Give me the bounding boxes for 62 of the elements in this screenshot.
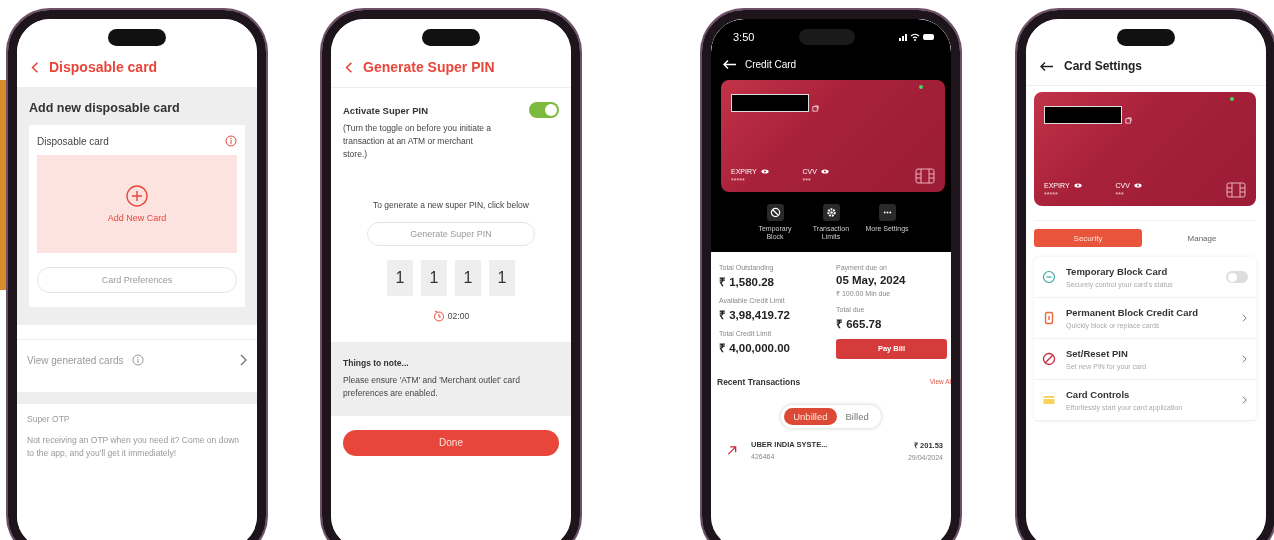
info-icon[interactable] bbox=[225, 135, 237, 147]
arrow-up-right-icon bbox=[725, 444, 739, 456]
status-icons bbox=[899, 32, 935, 42]
chevron-right-icon[interactable] bbox=[239, 354, 247, 366]
notes-text: Please ensure 'ATM' and 'Merchant outlet' card preferences are enabled. bbox=[343, 374, 521, 400]
timer-text: 02:00 bbox=[447, 311, 470, 322]
section-heading: Recent Transactions bbox=[717, 376, 801, 387]
add-card-label: Add New Card bbox=[107, 213, 167, 223]
block-toggle[interactable] bbox=[1226, 271, 1248, 283]
chevron-right-icon[interactable] bbox=[1241, 313, 1248, 323]
summary-value: ₹ 3,98,419.72 bbox=[719, 307, 791, 322]
gear-icon[interactable] bbox=[822, 204, 840, 221]
notes-title: Things to note... bbox=[343, 358, 410, 369]
screen-title: Credit Card bbox=[745, 59, 797, 70]
screen-title: Disposable card bbox=[49, 59, 158, 75]
timer-icon bbox=[432, 310, 445, 323]
back-arrow-icon[interactable] bbox=[1040, 60, 1054, 72]
info-icon[interactable] bbox=[131, 354, 144, 366]
screen-title: Card Settings bbox=[1064, 59, 1142, 73]
chevron-right-icon[interactable] bbox=[1241, 354, 1248, 364]
camera-notch bbox=[1117, 29, 1175, 46]
card-icon bbox=[1042, 393, 1056, 407]
option-title: Permanent Block Credit Card bbox=[1066, 307, 1199, 318]
toggle-note: (Turn the toggle on before you initiate a transaction at an ATM or merchant store.) bbox=[343, 122, 493, 161]
toggle-label: Activate Super PIN bbox=[343, 104, 428, 116]
generate-prompt: To generate a new super PIN, click below bbox=[372, 200, 530, 211]
segment-tab[interactable]: Unbilled bbox=[784, 407, 837, 425]
chevron-right-icon[interactable] bbox=[1241, 395, 1248, 405]
camera-notch bbox=[422, 29, 480, 46]
no-entry-icon bbox=[1042, 352, 1056, 366]
summary-value: ₹ 1,580.28 bbox=[719, 274, 775, 289]
done-button[interactable]: Done bbox=[343, 429, 559, 456]
add-card-area[interactable]: Add New Card bbox=[37, 155, 237, 253]
segment-tab[interactable]: Billed bbox=[836, 407, 878, 425]
camera-notch bbox=[108, 29, 166, 46]
pin-digit: 1 bbox=[455, 260, 481, 297]
summary-value: ₹ 665.78 bbox=[836, 316, 883, 331]
super-otp-text: Not receiving an OTP when you need it? Come on down to the app, and you'll get it immediately! bbox=[27, 434, 240, 460]
block-icon[interactable] bbox=[766, 204, 784, 221]
pin-digit: 1 bbox=[421, 260, 447, 297]
minus-circle-icon bbox=[1042, 270, 1056, 284]
view-generated-link[interactable]: View generated cards bbox=[27, 354, 124, 366]
due-date: 05 May, 2024 bbox=[836, 273, 907, 286]
more-icon[interactable] bbox=[878, 204, 896, 221]
option-title: Temporary Block Card bbox=[1066, 266, 1169, 277]
screen-title: Generate Super PIN bbox=[363, 59, 495, 75]
camera-notch bbox=[798, 29, 855, 45]
back-icon[interactable] bbox=[345, 60, 353, 74]
plus-icon bbox=[126, 185, 148, 207]
back-icon[interactable] bbox=[31, 60, 39, 74]
option-title: Set/Reset PIN bbox=[1066, 348, 1129, 359]
summary-value: ₹ 4,00,000.00 bbox=[719, 340, 791, 355]
super-pin-toggle[interactable] bbox=[529, 102, 559, 118]
pin-digit: 1 bbox=[489, 260, 515, 297]
option-title: Card Controls bbox=[1066, 389, 1131, 400]
card-label: Disposable card bbox=[37, 135, 109, 147]
super-otp-title: Super OTP bbox=[27, 414, 71, 424]
status-time: 3:50 bbox=[733, 31, 755, 43]
section-heading: Add new disposable card bbox=[29, 101, 181, 115]
phone-icon bbox=[1042, 311, 1056, 325]
pin-digit: 1 bbox=[387, 260, 413, 297]
settings-tab[interactable]: Security bbox=[1034, 229, 1142, 247]
